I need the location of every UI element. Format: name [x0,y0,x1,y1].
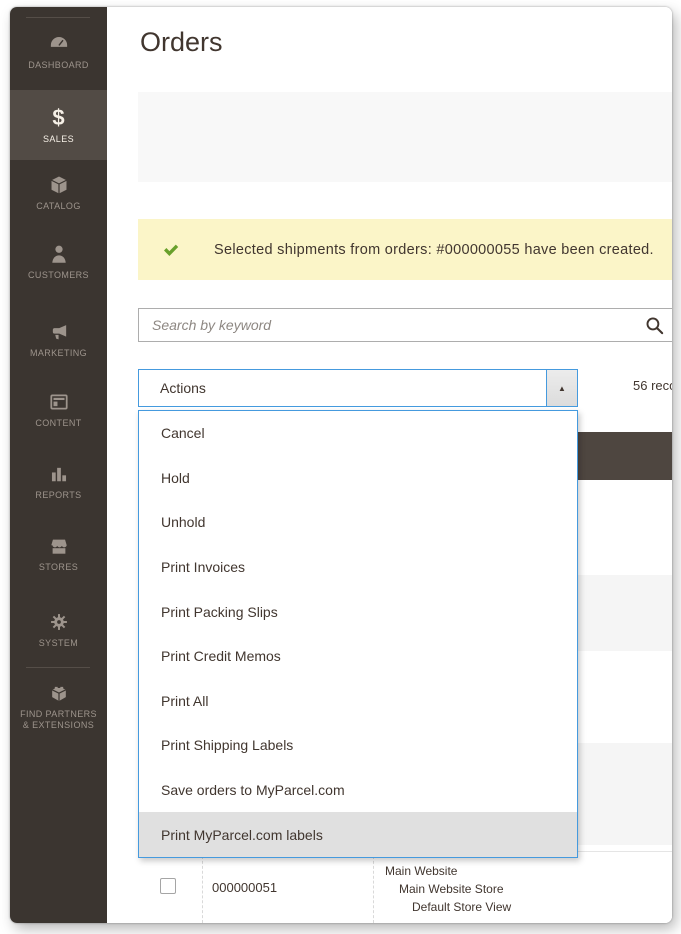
sidebar-item-label: CUSTOMERS [28,270,89,281]
person-icon [48,241,70,267]
menu-item-print-myparcel-labels[interactable]: Print MyParcel.com labels [139,812,577,857]
sidebar-item-customers[interactable]: CUSTOMERS [10,241,107,281]
menu-item-print-all[interactable]: Print All [139,679,577,724]
sidebar-item-label: DASHBOARD [28,60,89,71]
menu-item-save-orders-to-myparcel[interactable]: Save orders to MyParcel.com [139,768,577,813]
store-website: Main Website [385,862,511,880]
sidebar-item-label: REPORTS [35,490,81,501]
menu-item-print-packing-slips[interactable]: Print Packing Slips [139,589,577,634]
sidebar-item-label: FIND PARTNERS [20,709,97,720]
sidebar: DASHBOARD $ SALES CATALOG CUSTOMERS [10,7,107,923]
puzzle-brick-icon [48,680,70,706]
sidebar-item-find-partners[interactable]: FIND PARTNERS & EXTENSIONS [10,680,107,731]
page-title: Orders [140,27,223,58]
success-message: Selected shipments from orders: #0000000… [138,219,672,280]
sidebar-item-label: CATALOG [36,201,80,212]
column-divider [373,856,374,923]
megaphone-icon [48,319,70,345]
sidebar-item-marketing[interactable]: MARKETING [10,319,107,359]
main-content: Orders Selected shipments from orders: #… [107,7,672,923]
records-summary: 56 records found [633,378,672,393]
sidebar-item-stores[interactable]: STORES [10,533,107,573]
sidebar-item-label: SYSTEM [39,638,78,649]
menu-item-unhold[interactable]: Unhold [139,500,577,545]
menu-item-cancel[interactable]: Cancel [139,411,577,456]
sidebar-item-label: CONTENT [35,418,81,429]
menu-item-hold[interactable]: Hold [139,456,577,501]
sidebar-item-reports[interactable]: REPORTS [10,461,107,501]
sidebar-item-system[interactable]: SYSTEM [10,609,107,649]
row-select-checkbox[interactable] [160,878,176,894]
check-icon [162,241,180,259]
sidebar-item-content[interactable]: CONTENT [10,389,107,429]
store-store: Main Website Store [385,880,511,898]
sidebar-item-label: SALES [43,134,74,145]
sidebar-item-label: MARKETING [30,348,87,359]
success-message-text: Selected shipments from orders: #0000000… [214,242,654,258]
gear-icon [48,609,70,635]
gauge-icon [48,31,70,57]
box-icon [48,172,70,198]
layout-icon [48,389,70,415]
sidebar-item-label: STORES [39,562,78,573]
search-icon[interactable] [644,315,665,336]
purchase-point-cell: Main Website Main Website Store Default … [385,862,511,916]
sidebar-item-sales[interactable]: $ SALES [10,90,107,160]
dollar-icon: $ [52,105,64,131]
sidebar-bottom-divider [26,667,90,668]
search-input[interactable] [139,309,672,341]
table-row[interactable]: 000000051 Main Website Main Website Stor… [138,851,672,923]
sidebar-item-dashboard[interactable]: DASHBOARD [10,31,107,71]
sidebar-item-catalog[interactable]: CATALOG [10,172,107,212]
admin-window: DASHBOARD $ SALES CATALOG CUSTOMERS [10,7,672,923]
search-box [138,308,672,342]
storefront-icon [48,533,70,559]
actions-dropdown-button[interactable]: Actions ▲ [138,369,578,407]
column-divider [202,856,203,923]
actions-menu: Cancel Hold Unhold Print Invoices Print … [138,410,578,858]
toolbar-placeholder [138,92,672,182]
menu-item-print-credit-memos[interactable]: Print Credit Memos [139,634,577,679]
sidebar-item-label-line2: & EXTENSIONS [23,720,94,731]
menu-item-print-shipping-labels[interactable]: Print Shipping Labels [139,723,577,768]
bar-chart-icon [48,461,70,487]
menu-item-print-invoices[interactable]: Print Invoices [139,545,577,590]
actions-dropdown-label: Actions [139,380,206,396]
order-id-cell: 000000051 [212,880,277,895]
sidebar-top-divider [26,17,90,18]
store-view: Default Store View [385,898,511,916]
caret-up-icon[interactable]: ▲ [546,370,577,406]
